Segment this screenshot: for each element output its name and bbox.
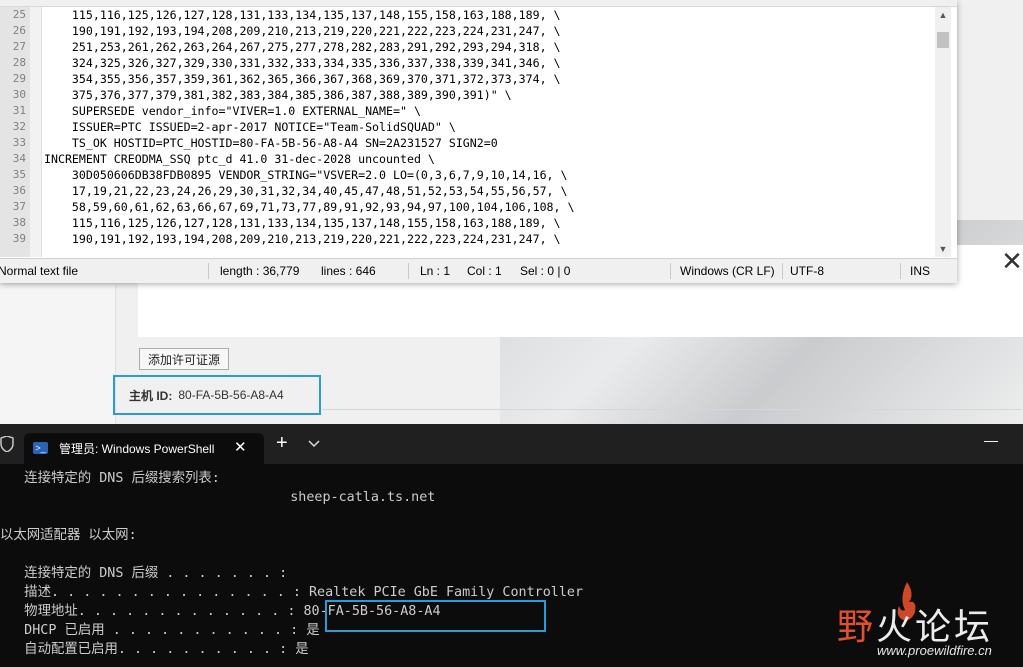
- watermark-accent-glyph: 野: [837, 607, 877, 648]
- code-line: 115,116,125,126,127,128,131,133,134,135,…: [44, 216, 561, 230]
- code-line: 190,191,192,193,194,208,209,210,213,219,…: [44, 232, 561, 246]
- host-id-field: 主机 ID: 80-FA-5B-56-A8-A4: [113, 375, 321, 415]
- line-number: 26: [12, 24, 26, 37]
- line-number: 36: [12, 184, 26, 197]
- line-number-gutter: 25 26 27 28 29 30 31 32 33 34 35 36 37 38 39: [0, 7, 30, 257]
- status-eol: Windows (CR LF): [680, 264, 775, 278]
- line-number: 38: [12, 216, 26, 229]
- code-line: INCREMENT CREODMA_SSQ ptc_d 41.0 31-dec-…: [44, 152, 435, 166]
- terminal-tab-bar: >_ 管理员: Windows PowerShell ✕ + —: [0, 424, 1023, 464]
- host-id-value: 80-FA-5B-56-A8-A4: [178, 388, 284, 402]
- line-number: 27: [12, 40, 26, 53]
- status-separator: [670, 263, 671, 279]
- status-insert-mode: INS: [910, 264, 931, 278]
- shield-icon: [0, 436, 14, 452]
- mac-address-highlight: [325, 600, 546, 632]
- status-length: length : 36,779: [220, 264, 300, 278]
- status-line: Ln : 1: [420, 264, 451, 278]
- terminal-line: DHCP 已启用 . . . . . . . . . . . : 是: [0, 623, 320, 638]
- terminal-line: sheep-catla.ts.net: [0, 490, 436, 505]
- code-line: 354,355,356,357,359,361,362,365,366,367,…: [44, 72, 561, 86]
- code-line: 30D050606DB38FDB0895 VENDOR_STRING="VSVE…: [44, 168, 568, 182]
- fold-margin: [30, 7, 42, 257]
- line-number: 30: [12, 88, 26, 101]
- scroll-up-icon[interactable]: ▲: [935, 7, 951, 23]
- scrollbar-thumb[interactable]: [937, 32, 949, 48]
- line-number: 37: [12, 200, 26, 213]
- line-number: 25: [12, 8, 26, 21]
- dialog-left-pane: [0, 285, 116, 424]
- status-encoding: UTF-8: [790, 264, 824, 278]
- line-number: 39: [12, 232, 26, 245]
- add-license-source-button[interactable]: 添加许可证源: [139, 348, 230, 370]
- status-separator: [408, 263, 409, 279]
- tab-bar-edge: [0, 0, 957, 7]
- terminal-line: 自动配置已启用. . . . . . . . . . : 是: [0, 642, 309, 657]
- status-bar: Normal text file length : 36,779 lines :…: [0, 258, 957, 283]
- forum-watermark: 野火论坛 www.proewildfire.cn: [835, 580, 1020, 665]
- status-lines: lines : 646: [321, 264, 376, 278]
- code-line: 375,376,377,379,381,382,383,384,385,386,…: [44, 88, 512, 102]
- line-number: 31: [12, 104, 26, 117]
- terminal-line: 连接特定的 DNS 后缀搜索列表:: [0, 471, 220, 486]
- status-separator: [208, 263, 209, 279]
- close-icon[interactable]: ✕: [1000, 248, 1023, 274]
- line-number: 34: [12, 152, 26, 165]
- terminal-line: 以太网适配器 以太网:: [0, 528, 137, 543]
- tab-powershell[interactable]: >_ 管理员: Windows PowerShell ✕: [24, 433, 264, 464]
- line-number: 32: [12, 120, 26, 133]
- vertical-scrollbar[interactable]: ▲ ▼: [935, 7, 951, 257]
- new-tab-icon[interactable]: +: [276, 432, 288, 455]
- tab-title: 管理员: Windows PowerShell: [59, 442, 215, 456]
- host-id-label: 主机 ID:: [129, 388, 173, 403]
- minimize-icon[interactable]: —: [984, 432, 998, 448]
- watermark-url: www.proewildfire.cn: [877, 643, 992, 658]
- code-line: 251,253,261,262,263,264,267,275,277,278,…: [44, 40, 561, 54]
- code-line: 58,59,60,61,62,63,66,67,69,71,73,77,89,9…: [44, 200, 575, 214]
- line-number: 33: [12, 136, 26, 149]
- scroll-down-icon[interactable]: ▼: [935, 241, 951, 257]
- line-number: 29: [12, 72, 26, 85]
- line-number: 35: [12, 168, 26, 181]
- code-line: ISSUER=PTC ISSUED=2-apr-2017 NOTICE="Tea…: [44, 120, 456, 134]
- code-line: 190,191,192,193,194,208,209,210,213,219,…: [44, 24, 561, 38]
- code-line: TS_OK HOSTID=PTC_HOSTID=80-FA-5B-56-A8-A…: [44, 136, 498, 150]
- chevron-down-icon[interactable]: [306, 438, 322, 450]
- line-number: 28: [12, 56, 26, 69]
- code-line: 324,325,326,327,329,330,331,332,333,334,…: [44, 56, 561, 70]
- notepad-window: 25 26 27 28 29 30 31 32 33 34 35 36 37 38 39 115,116,1…: [0, 0, 957, 283]
- code-line: 17,19,21,22,23,24,26,29,30,31,32,34,40,4…: [44, 184, 568, 198]
- terminal-line: 连接特定的 DNS 后缀 . . . . . . . :: [0, 566, 288, 581]
- status-file-type: Normal text file: [0, 264, 79, 278]
- code-line: SUPERSEDE vendor_info="VIVER=1.0 EXTERNA…: [44, 104, 421, 118]
- close-tab-icon[interactable]: ✕: [234, 438, 247, 456]
- powershell-icon: >_: [33, 442, 48, 454]
- editor-text-area[interactable]: 115,116,125,126,127,128,131,133,134,135,…: [44, 7, 934, 257]
- status-column: Col : 1: [467, 264, 502, 278]
- divider: [322, 409, 1022, 410]
- code-line: 115,116,125,126,127,128,131,133,134,135,…: [44, 8, 561, 22]
- status-selection: Sel : 0 | 0: [520, 264, 571, 278]
- status-separator: [900, 263, 901, 279]
- status-separator: [782, 263, 783, 279]
